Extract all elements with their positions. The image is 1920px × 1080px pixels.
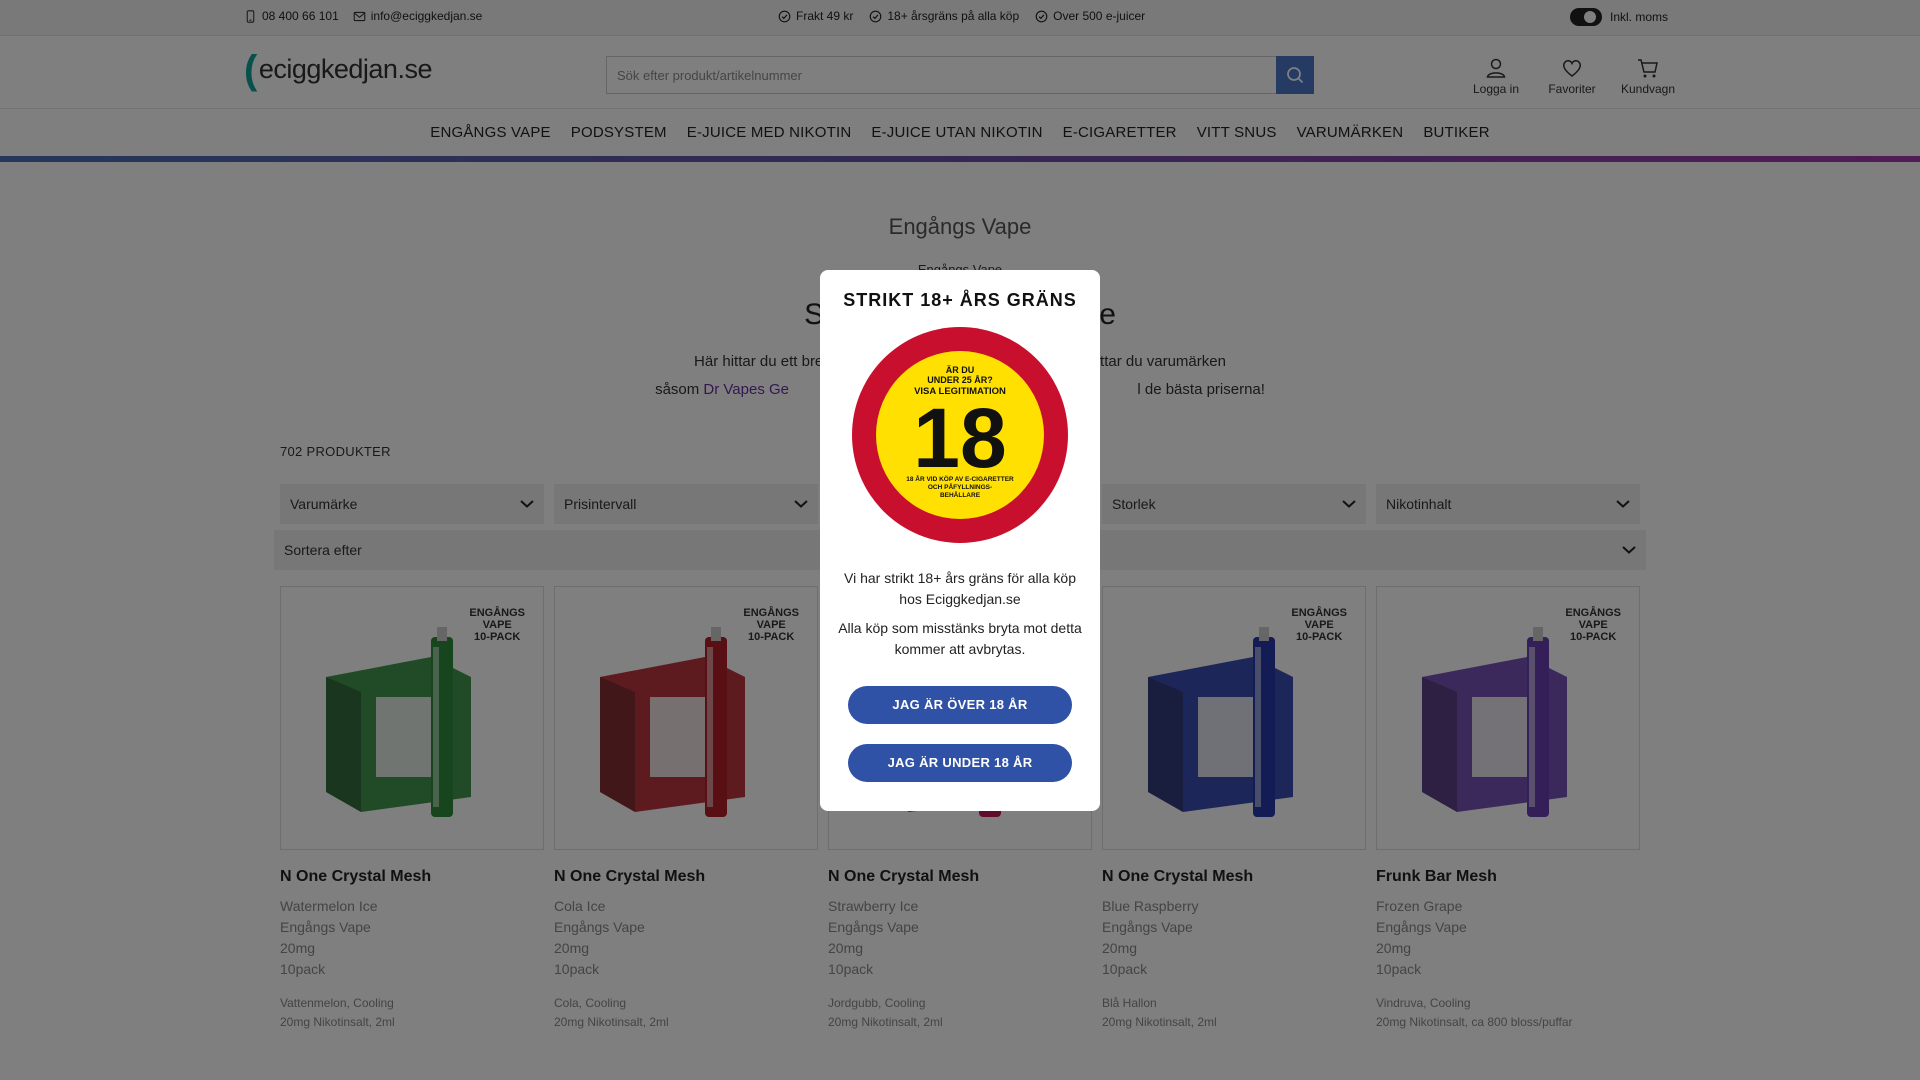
seal-text-bottom-1: 18 ÅR VID KÖP AV E-CIGARETTER [906,474,1014,483]
over-18-button[interactable]: JAG ÄR ÖVER 18 ÅR [848,686,1072,724]
seal-text-top-1: ÄR DU [946,365,975,375]
modal-title: STRIKT 18+ ÅRS GRÄNS [843,290,1077,310]
seal-number: 18 [913,391,1006,485]
modal-message-2: Alla köp som misstänks bryta mot detta k… [838,620,1082,657]
modal-message-1: Vi har strikt 18+ års gräns för alla köp… [843,570,1077,607]
seal-text-bottom-2: OCH PÅFYLLNINGS- [928,482,992,491]
age-18-seal: ÄR DU UNDER 25 ÅR? VISA LEGITIMATION 18 … [852,327,1068,543]
age-verification-modal: STRIKT 18+ ÅRS GRÄNS ÄR DU UNDER 25 ÅR? … [820,270,1100,811]
seal-text-top-2: UNDER 25 ÅR? [927,375,993,385]
seal-text-bottom-3: BEHÅLLARE [940,490,981,499]
under-18-button[interactable]: JAG ÄR UNDER 18 ÅR [848,744,1072,782]
